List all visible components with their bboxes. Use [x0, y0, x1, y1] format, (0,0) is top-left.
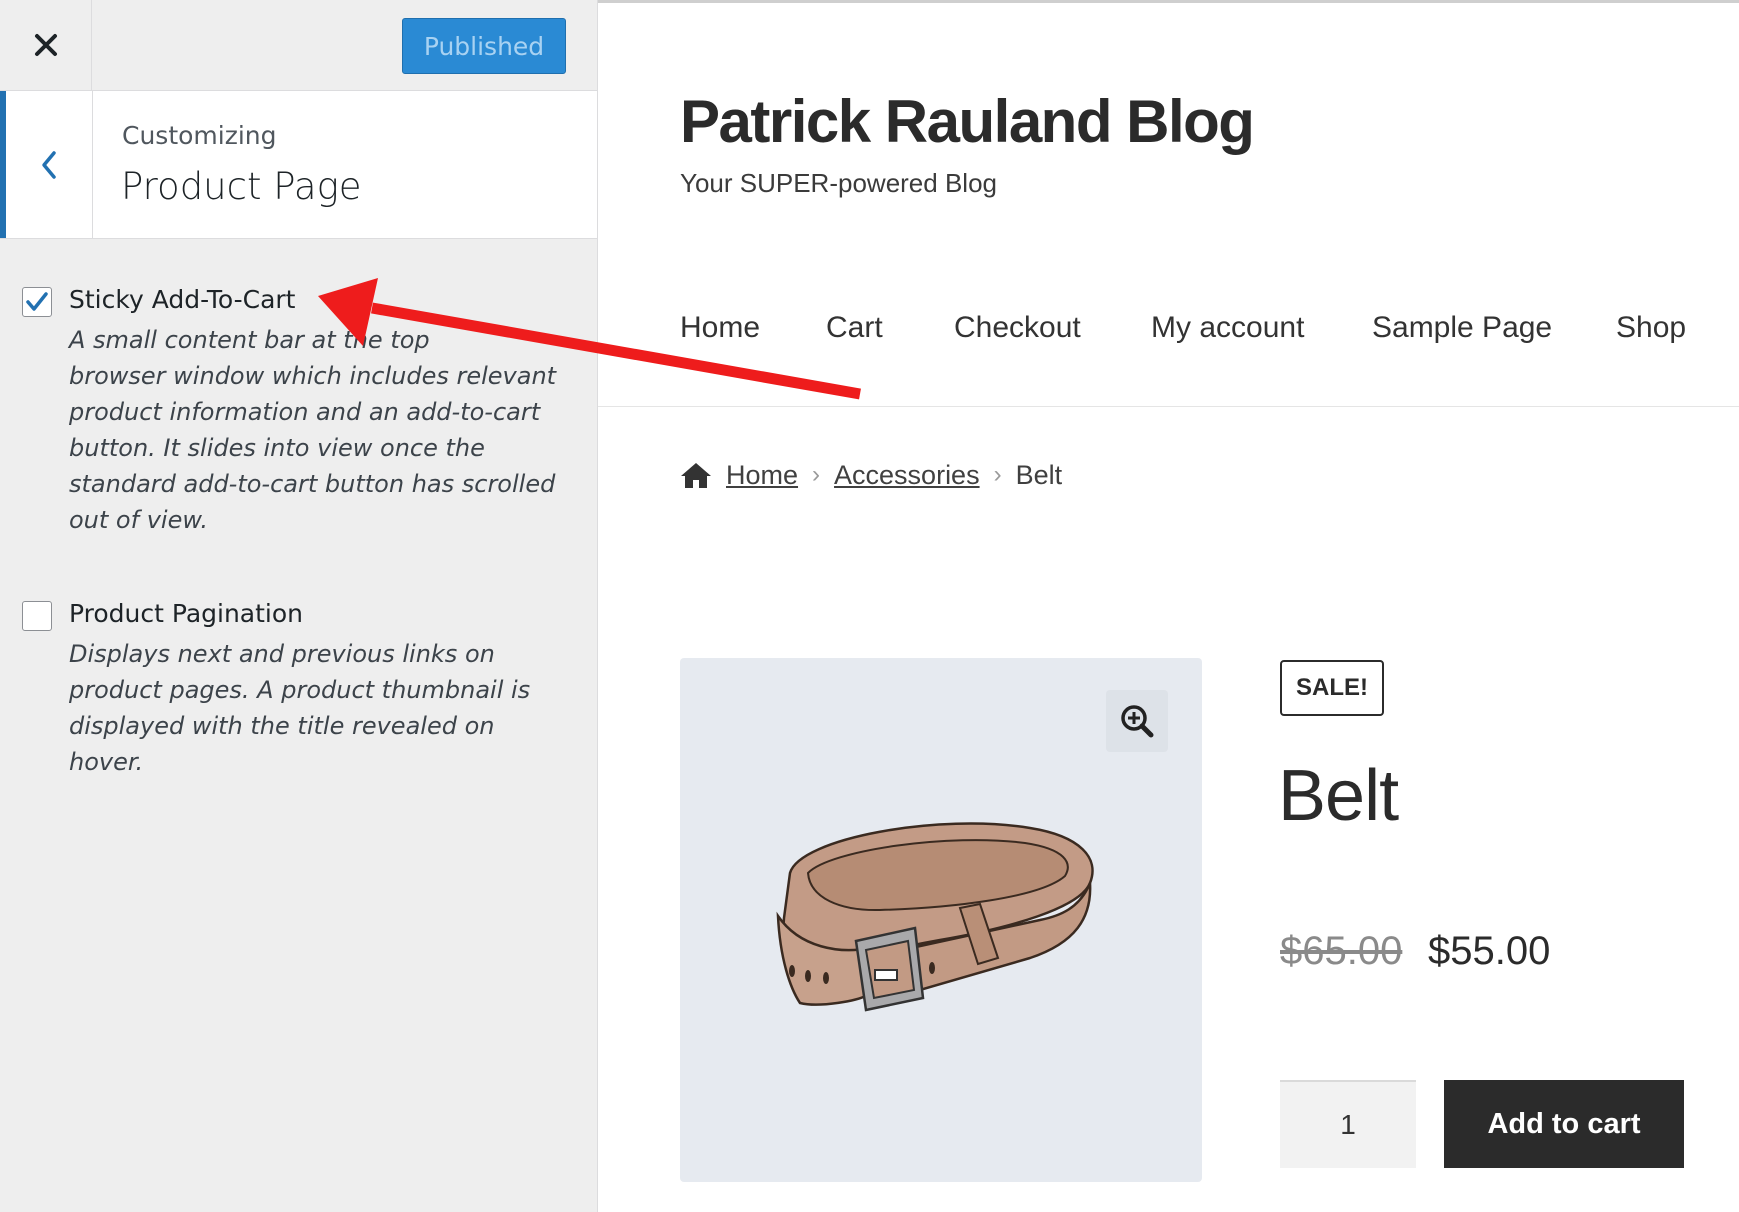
- chevron-right-icon: ›: [993, 461, 1002, 488]
- sticky-add-to-cart-description: A small content bar at the top browser w…: [69, 326, 557, 534]
- checkmark-icon: [26, 292, 48, 311]
- product-pagination-checkbox[interactable]: [22, 601, 52, 631]
- customizing-label: Customizing: [122, 121, 277, 150]
- section-header: Customizing Product Page: [0, 91, 597, 239]
- customizer-sidebar: Published Customizing Product Page Stick…: [0, 0, 598, 1212]
- sticky-add-to-cart-label: Sticky Add-To-Cart: [69, 285, 296, 314]
- customizer-header: Published: [0, 0, 597, 91]
- nav-item-checkout[interactable]: Checkout: [954, 311, 1081, 345]
- product-pagination-description: Displays next and previous links on prod…: [69, 640, 531, 776]
- breadcrumb: Home › Accessories › Belt: [680, 455, 1062, 495]
- site-tagline: Your SUPER-powered Blog: [680, 168, 997, 198]
- product-pagination-label: Product Pagination: [69, 599, 304, 628]
- chevron-left-icon: [42, 150, 56, 179]
- site-preview: Patrick Rauland Blog Your SUPER-powered …: [598, 0, 1739, 1212]
- sale-price: $55.00: [1428, 929, 1551, 973]
- sale-badge: SALE!: [1280, 660, 1384, 716]
- add-to-cart-button[interactable]: Add to cart: [1444, 1080, 1684, 1168]
- close-icon: [34, 34, 57, 56]
- product-gallery[interactable]: [680, 658, 1202, 1182]
- breadcrumb-accessories-link[interactable]: Accessories: [834, 460, 980, 491]
- nav-item-shop[interactable]: Shop: [1616, 311, 1686, 345]
- section-title: Product Page: [121, 165, 362, 208]
- primary-nav: Home Cart Checkout My account Sample Pag…: [598, 293, 1739, 407]
- nav-item-my-account[interactable]: My account: [1151, 311, 1304, 345]
- belt-image: [776, 822, 1094, 1012]
- site-title[interactable]: Patrick Rauland Blog: [680, 87, 1255, 156]
- close-button[interactable]: [0, 0, 92, 90]
- nav-item-sample-page[interactable]: Sample Page: [1372, 311, 1552, 345]
- regular-price: $65.00: [1280, 929, 1403, 973]
- nav-item-cart[interactable]: Cart: [826, 311, 883, 345]
- chevron-right-icon: ›: [812, 461, 821, 488]
- sticky-add-to-cart-checkbox[interactable]: [22, 287, 52, 317]
- home-icon: [681, 463, 711, 488]
- nav-item-home[interactable]: Home: [680, 311, 760, 345]
- product-title: Belt: [1278, 756, 1399, 836]
- breadcrumb-home-link[interactable]: Home: [726, 460, 798, 491]
- published-button[interactable]: Published: [402, 18, 566, 74]
- quantity-input[interactable]: [1280, 1080, 1416, 1168]
- back-button[interactable]: [0, 91, 93, 238]
- breadcrumb-current: Belt: [1015, 459, 1063, 490]
